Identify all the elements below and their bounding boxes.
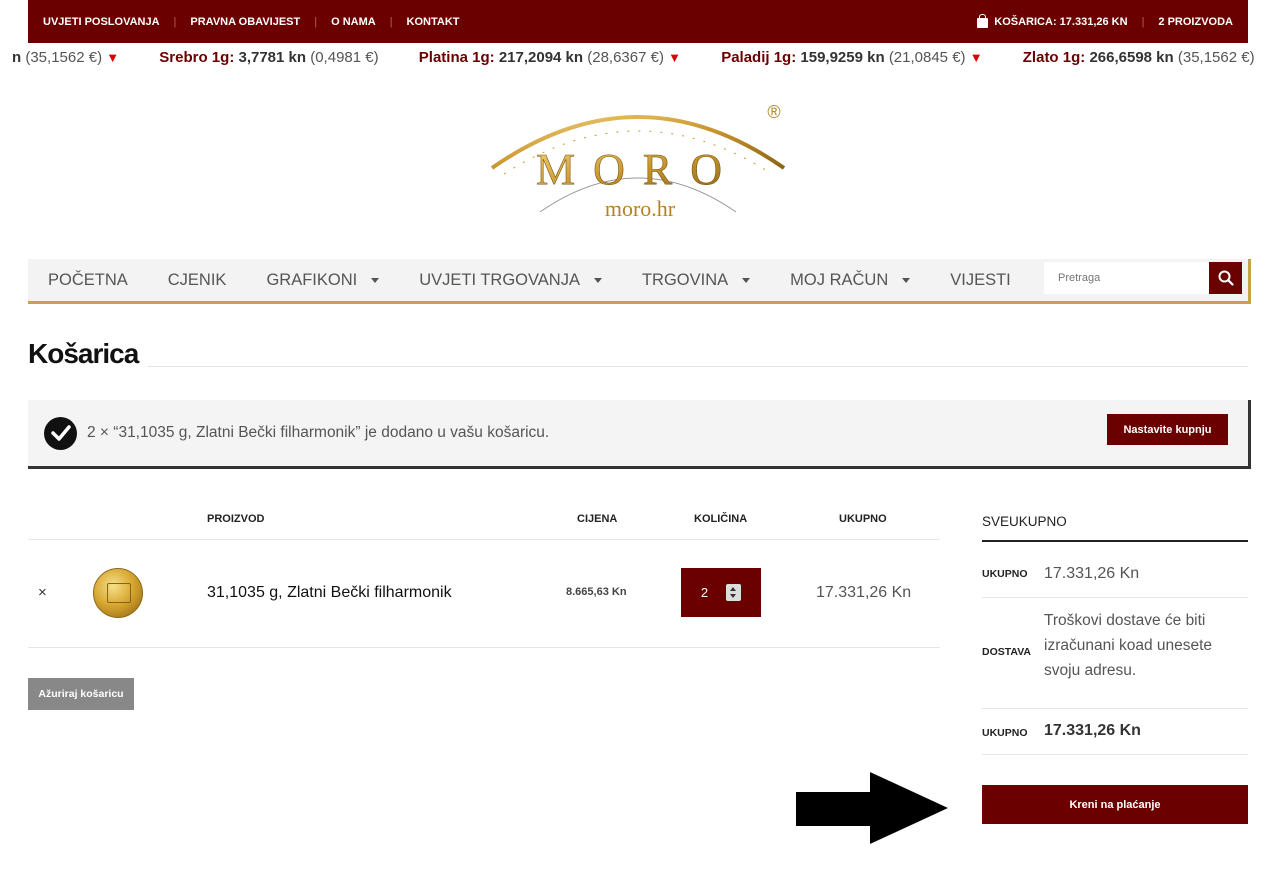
- product-thumbnail[interactable]: [93, 568, 143, 618]
- caret-down-icon[interactable]: [742, 277, 751, 283]
- logo-domain: moro.hr: [605, 196, 676, 221]
- search-button[interactable]: [1209, 262, 1242, 294]
- header-total: UKUPNO: [839, 513, 887, 525]
- cart-totals: SVEUKUPNO UKUPNO 17.331,26 Kn DOSTAVA Tr…: [982, 500, 1248, 755]
- line-total: 17.331,26 Kn: [816, 584, 912, 601]
- header-quantity: KOLIČINA: [694, 513, 748, 525]
- nav-item-cjenik[interactable]: CJENIK: [148, 271, 247, 290]
- ticker-item: Paladij 1g: 159,9259 kn (21,0845 €) ▼: [721, 49, 983, 66]
- link-o-nama[interactable]: O NAMA: [331, 16, 376, 28]
- order-total-row: UKUPNO 17.331,26 Kn: [982, 709, 1248, 755]
- product-price: 8.665,63 Kn: [566, 586, 627, 598]
- down-arrow-icon: ▼: [969, 50, 983, 65]
- arrow-right-icon: [796, 772, 948, 844]
- page-title: Košarica: [28, 338, 139, 369]
- search-icon: [1218, 270, 1234, 286]
- ticker-item: Srebro 1g: 3,7781 kn (0,4981 €): [159, 49, 379, 66]
- caret-down-icon[interactable]: [593, 277, 602, 283]
- top-bar: UVJETI POSLOVANJA | PRAVNA OBAVIJEST | O…: [28, 0, 1248, 43]
- cart-table: PROIZVOD CIJENA KOLIČINA UKUPNO × 31,103…: [28, 500, 940, 648]
- subtotal-row: UKUPNO 17.331,26 Kn: [982, 542, 1248, 598]
- nav-item-vijesti[interactable]: VIJESTI: [930, 271, 1031, 290]
- remove-item-button[interactable]: ×: [38, 584, 47, 601]
- nav-item-moj-racun[interactable]: MOJ RAČUN: [770, 271, 930, 290]
- checkmark-icon: [44, 416, 77, 450]
- nav-item-uvjeti-trgovanja[interactable]: UVJETI TRGOVANJA: [399, 271, 622, 290]
- header-product: PROIZVOD: [207, 513, 265, 525]
- registered-mark: ®: [767, 102, 780, 122]
- header-price: CIJENA: [577, 513, 618, 525]
- totals-title: SVEUKUPNO: [982, 500, 1248, 542]
- cart-table-header: PROIZVOD CIJENA KOLIČINA UKUPNO: [28, 500, 940, 540]
- quantity-value[interactable]: 2: [701, 585, 708, 600]
- spinner-arrows-icon[interactable]: [726, 584, 742, 601]
- table-row: × 31,1035 g, Zlatni Bečki filharmonik 8.…: [28, 540, 940, 648]
- search-form: [1044, 262, 1242, 294]
- nav-item-trgovina[interactable]: TRGOVINA: [622, 271, 770, 290]
- main-nav: POČETNA CJENIK GRAFIKONI UVJETI TRGOVANJ…: [28, 259, 1251, 304]
- top-links: UVJETI POSLOVANJA | PRAVNA OBAVIJEST | O…: [43, 15, 460, 28]
- shopping-bag-icon: [977, 13, 989, 28]
- quantity-stepper[interactable]: 2: [681, 568, 761, 617]
- logo-wordmark: MORO: [536, 145, 740, 194]
- link-uvjeti-poslovanja[interactable]: UVJETI POSLOVANJA: [43, 16, 160, 28]
- mini-cart-total[interactable]: KOŠARICA: 17.331,26 KN: [994, 16, 1127, 28]
- caret-down-icon[interactable]: [902, 277, 911, 283]
- nav-item-pocetna[interactable]: POČETNA: [28, 271, 148, 290]
- search-input[interactable]: [1044, 262, 1209, 294]
- continue-shopping-button[interactable]: Nastavite kupnju: [1107, 414, 1228, 445]
- update-cart-button[interactable]: Ažuriraj košaricu: [28, 678, 134, 710]
- cart-notice: 2 × “31,1035 g, Zlatni Bečki filharmonik…: [28, 400, 1251, 469]
- ticker-item: Platina 1g: 217,2094 kn (28,6367 €) ▼: [418, 49, 682, 66]
- ticker-item: Zlato 1g: 266,6598 kn (35,1562 €): [1022, 49, 1255, 66]
- product-name-link[interactable]: 31,1035 g, Zlatni Bečki filharmonik: [207, 584, 452, 602]
- checkout-button[interactable]: Kreni na plaćanje: [982, 785, 1248, 824]
- notice-message: 2 × “31,1035 g, Zlatni Bečki filharmonik…: [87, 424, 550, 441]
- moro-logo[interactable]: MORO moro.hr ®: [488, 96, 788, 226]
- shipping-row: DOSTAVA Troškovi dostave će biti izračun…: [982, 598, 1248, 709]
- title-divider: [148, 366, 1248, 367]
- nav-item-grafikoni[interactable]: GRAFIKONI: [246, 271, 399, 290]
- down-arrow-icon: ▼: [106, 50, 120, 65]
- mini-cart-count[interactable]: 2 PROIZVODA: [1158, 16, 1233, 28]
- link-kontakt[interactable]: KONTAKT: [407, 16, 460, 28]
- caret-down-icon[interactable]: [371, 277, 380, 283]
- ticker-item: n (35,1562 €) ▼: [12, 49, 120, 66]
- mini-cart[interactable]: KOŠARICA: 17.331,26 KN | 2 PROIZVODA: [977, 13, 1233, 28]
- down-arrow-icon: ▼: [668, 50, 682, 65]
- link-pravna-obavijest[interactable]: PRAVNA OBAVIJEST: [190, 16, 300, 28]
- price-ticker: n (35,1562 €) ▼ Srebro 1g: 3,7781 kn (0,…: [0, 44, 1273, 72]
